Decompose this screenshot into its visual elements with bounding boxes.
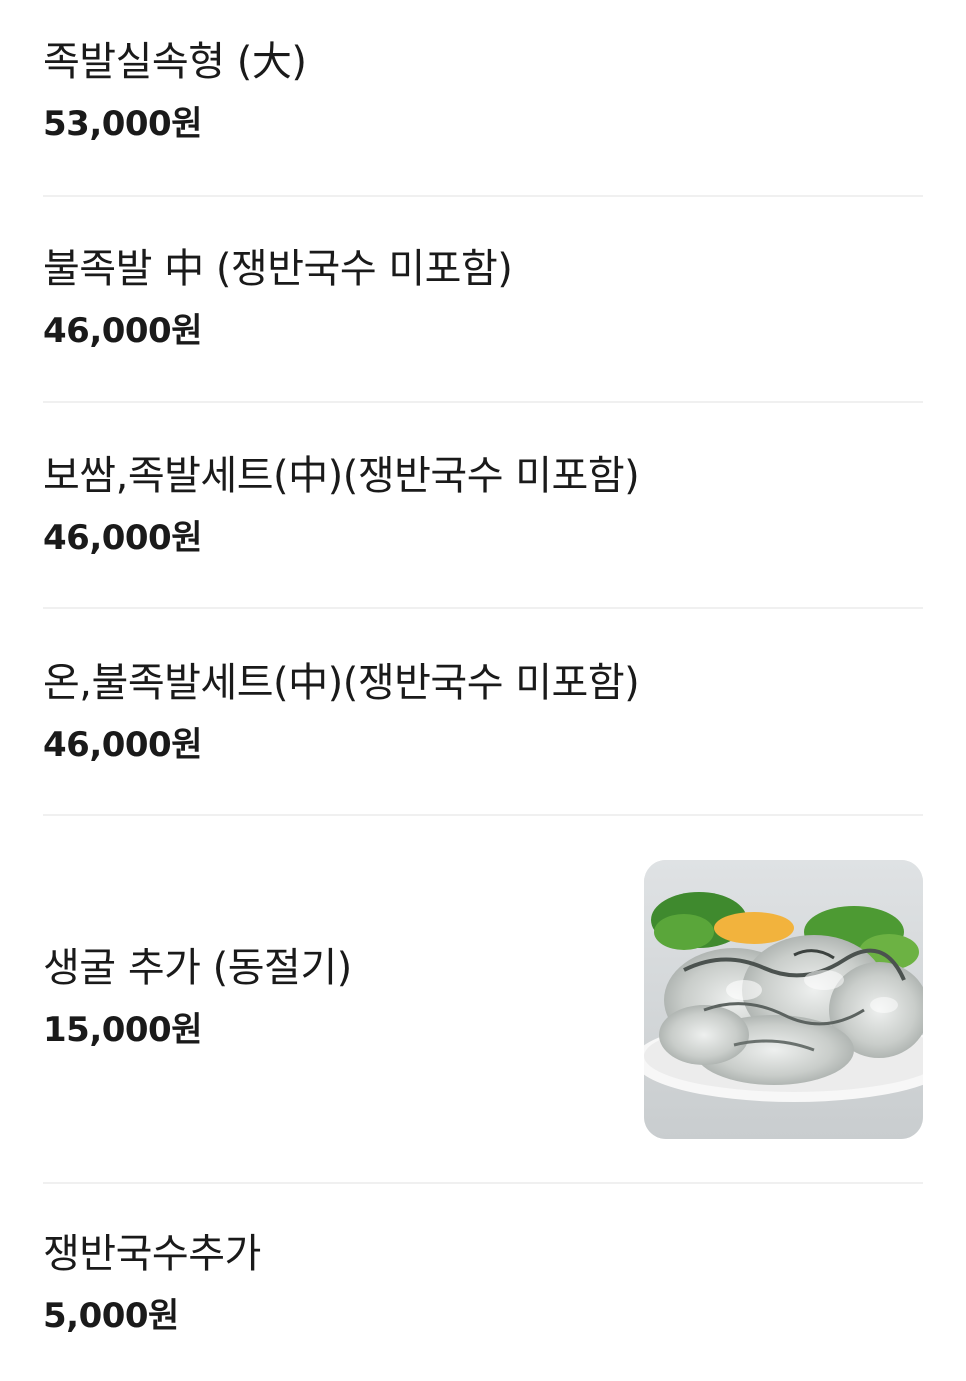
menu-item-name: 불족발 中 (쟁반국수 미포함) xyxy=(43,246,513,292)
menu-item-name: 보쌈,족발세트(中)(쟁반국수 미포함) xyxy=(43,453,640,499)
menu-item-name: 족발실속형 (大) xyxy=(43,39,307,85)
menu-item-price: 5,000원 xyxy=(43,1296,179,1336)
menu-item[interactable]: 온,불족발세트(中)(쟁반국수 미포함) 46,000원 xyxy=(43,609,923,814)
menu-item-price: 46,000원 xyxy=(43,311,202,351)
menu-item[interactable]: 불족발 中 (쟁반국수 미포함) 46,000원 xyxy=(43,197,923,402)
menu-item-price: 15,000원 xyxy=(43,1010,202,1050)
menu-item-price: 46,000원 xyxy=(43,725,202,765)
menu-list: 족발실속형 (大) 53,000원 불족발 中 (쟁반국수 미포함) 46,00… xyxy=(0,0,966,1381)
oyster-dish-photo[interactable] xyxy=(644,860,923,1139)
menu-item-price: 46,000원 xyxy=(43,518,202,558)
menu-item-name: 쟁반국수추가 xyxy=(43,1231,261,1277)
menu-item[interactable]: 보쌈,족발세트(中)(쟁반국수 미포함) 46,000원 xyxy=(43,403,923,608)
menu-item[interactable]: 족발실속형 (大) 53,000원 xyxy=(43,0,923,196)
menu-item-name: 온,불족발세트(中)(쟁반국수 미포함) xyxy=(43,660,640,706)
menu-item-price: 53,000원 xyxy=(43,104,202,144)
menu-item[interactable]: 쟁반국수추가 5,000원 xyxy=(43,1184,923,1381)
oyster-dish-image xyxy=(644,860,923,1139)
menu-item-name: 생굴 추가 (동절기) xyxy=(43,945,352,991)
